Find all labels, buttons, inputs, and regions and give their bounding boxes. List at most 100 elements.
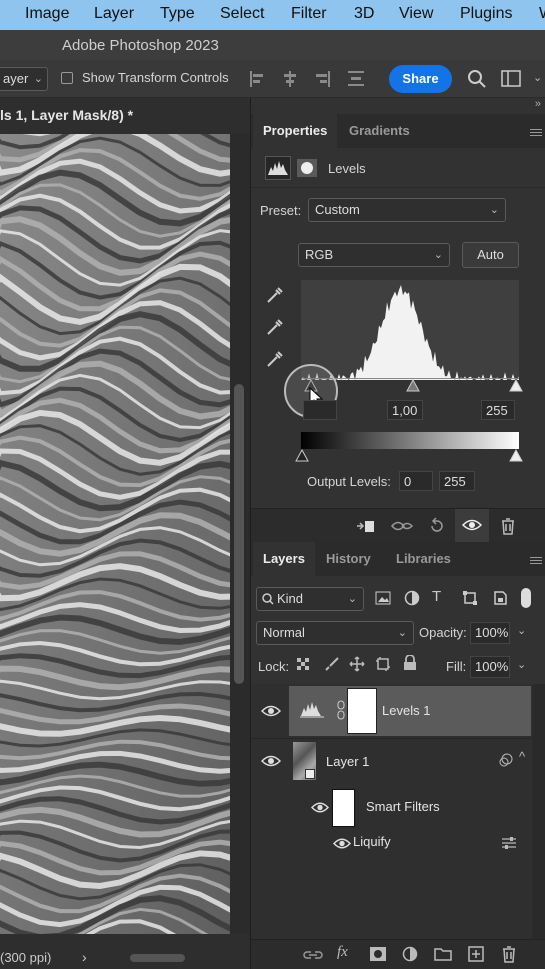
input-white-field[interactable]: 255 [481,400,515,420]
blend-mode-dropdown[interactable]: Normal ⌄ [256,621,414,645]
document-tab[interactable]: ls 1, Layer Mask/8) * [0,98,250,134]
output-slider-handles[interactable] [295,448,525,464]
preset-label: Preset: [260,203,302,218]
horizontal-scrollbar-thumb[interactable] [130,954,185,962]
workspace-icon[interactable] [501,70,521,87]
menu-3d[interactable]: 3D [354,5,374,23]
fill-chevron-icon[interactable]: ⌄ [517,658,526,671]
tab-history[interactable]: History [316,542,381,576]
tab-libraries[interactable]: Libraries [386,542,461,576]
white-point-eyedropper-icon[interactable] [265,349,285,369]
status-arrow-icon[interactable]: › [82,949,87,965]
fx-icon[interactable]: fx [337,944,348,961]
new-layer-icon[interactable] [468,946,484,962]
collapse-chevron-icon[interactable]: ^ [519,749,525,764]
panel-menu-icon[interactable] [530,127,542,138]
layer-mask-thumbnail[interactable] [347,688,377,734]
reset-icon[interactable] [428,517,446,535]
filter-kind-value: Kind [277,591,304,606]
layer-row-levels[interactable]: Levels 1 [251,686,531,736]
align-icons[interactable] [250,70,380,88]
filter-row-liquify[interactable]: Liquify [251,831,531,857]
channel-dropdown[interactable]: RGB ⌄ [298,243,450,267]
filter-toggle-switch[interactable] [521,588,531,608]
filter-blending-options-icon[interactable] [501,836,517,850]
opacity-chevron-icon[interactable]: ⌄ [517,624,526,637]
menu-view[interactable]: View [399,5,433,23]
link-icon[interactable] [335,700,347,720]
share-button[interactable]: Share [389,65,452,93]
filter-adjustment-icon[interactable] [404,590,420,606]
lock-position-icon[interactable] [349,656,365,672]
filter-pixel-icon[interactable] [375,591,391,605]
gray-point-eyedropper-icon[interactable] [265,317,285,337]
input-midtone-field[interactable]: 1,00 [387,400,423,420]
collapse-panels-icon[interactable]: » [535,98,541,110]
scrollbar-thumb[interactable] [234,384,244,684]
lock-brush-icon[interactable] [324,656,340,672]
toggle-visibility-button[interactable] [455,509,489,543]
filter-shape-icon[interactable] [462,590,478,606]
add-mask-icon[interactable] [370,947,386,961]
search-icon[interactable] [467,69,487,89]
black-point-eyedropper-icon[interactable] [265,285,285,305]
filter-type-icon[interactable]: T [432,588,441,605]
eye-icon[interactable] [261,754,281,768]
lock-transparent-icon[interactable] [297,658,311,672]
delete-layer-icon[interactable] [501,945,517,963]
view-previous-state-icon[interactable] [390,518,414,534]
document-canvas[interactable] [0,134,230,934]
tab-gradients[interactable]: Gradients [339,114,420,148]
mask-icon[interactable] [297,159,317,177]
document-tab-label: ls 1, Layer Mask/8) * [0,107,134,123]
menu-select[interactable]: Select [220,5,264,23]
menu-type[interactable]: Type [160,5,195,23]
eye-icon[interactable] [311,801,329,814]
options-bar: ayer ⌄ Show Transform Controls Share ⌄ [0,60,545,98]
tab-layers[interactable]: Layers [253,542,315,576]
menu-image[interactable]: Image [25,5,69,23]
fill-field[interactable]: 100% [470,656,510,678]
lock-artboard-icon[interactable] [375,656,391,672]
preset-value: Custom [315,202,360,217]
menu-window[interactable]: W [539,5,545,23]
liquified-image [0,134,230,934]
workspace-chevron-icon[interactable]: ⌄ [533,71,542,84]
filter-smart-object-icon[interactable] [492,590,508,606]
menu-filter[interactable]: Filter [291,5,327,23]
document-resolution: (300 ppi) [0,950,52,965]
new-adjustment-icon[interactable] [402,946,418,962]
eye-icon[interactable] [333,837,351,850]
link-layers-icon[interactable] [303,948,323,962]
smart-filters-row[interactable]: Smart Filters [251,785,531,831]
smart-filter-mask-thumbnail[interactable] [332,789,355,827]
trash-icon[interactable] [500,517,516,535]
opacity-field[interactable]: 100% [470,622,510,644]
clip-to-layer-icon[interactable] [355,518,375,534]
layers-scrollbar[interactable] [532,684,545,939]
preset-dropdown[interactable]: Custom ⌄ [308,198,506,222]
show-transform-checkbox[interactable] [61,72,73,84]
layer-row-layer1[interactable]: Layer 1 ^ [251,738,531,783]
layers-panel-menu-icon[interactable] [530,555,542,566]
eye-icon[interactable] [261,704,281,718]
output-black-field[interactable]: 0 [399,471,433,491]
canvas-vertical-scrollbar[interactable] [230,134,250,934]
auto-button[interactable]: Auto [462,242,519,268]
levels-adjustment-icon [265,156,291,180]
new-group-icon[interactable] [434,947,452,961]
chevron-down-icon: ⌄ [33,73,43,85]
filter-kind-dropdown[interactable]: Kind ⌄ [256,587,364,611]
output-white-field[interactable]: 255 [439,471,475,491]
input-black-field[interactable] [303,400,337,420]
chevron-down-icon: ⌄ [433,249,443,261]
lock-all-icon[interactable] [403,655,417,671]
tab-properties[interactable]: Properties [253,114,338,148]
output-gradient-bar [301,432,519,449]
show-transform-label: Show Transform Controls [82,70,229,85]
menu-layer[interactable]: Layer [94,5,134,23]
auto-select-dropdown[interactable]: ayer ⌄ [0,67,48,91]
menu-plugins[interactable]: Plugins [460,5,512,23]
lock-label: Lock: [258,659,290,674]
layer-name: Levels 1 [382,703,431,718]
